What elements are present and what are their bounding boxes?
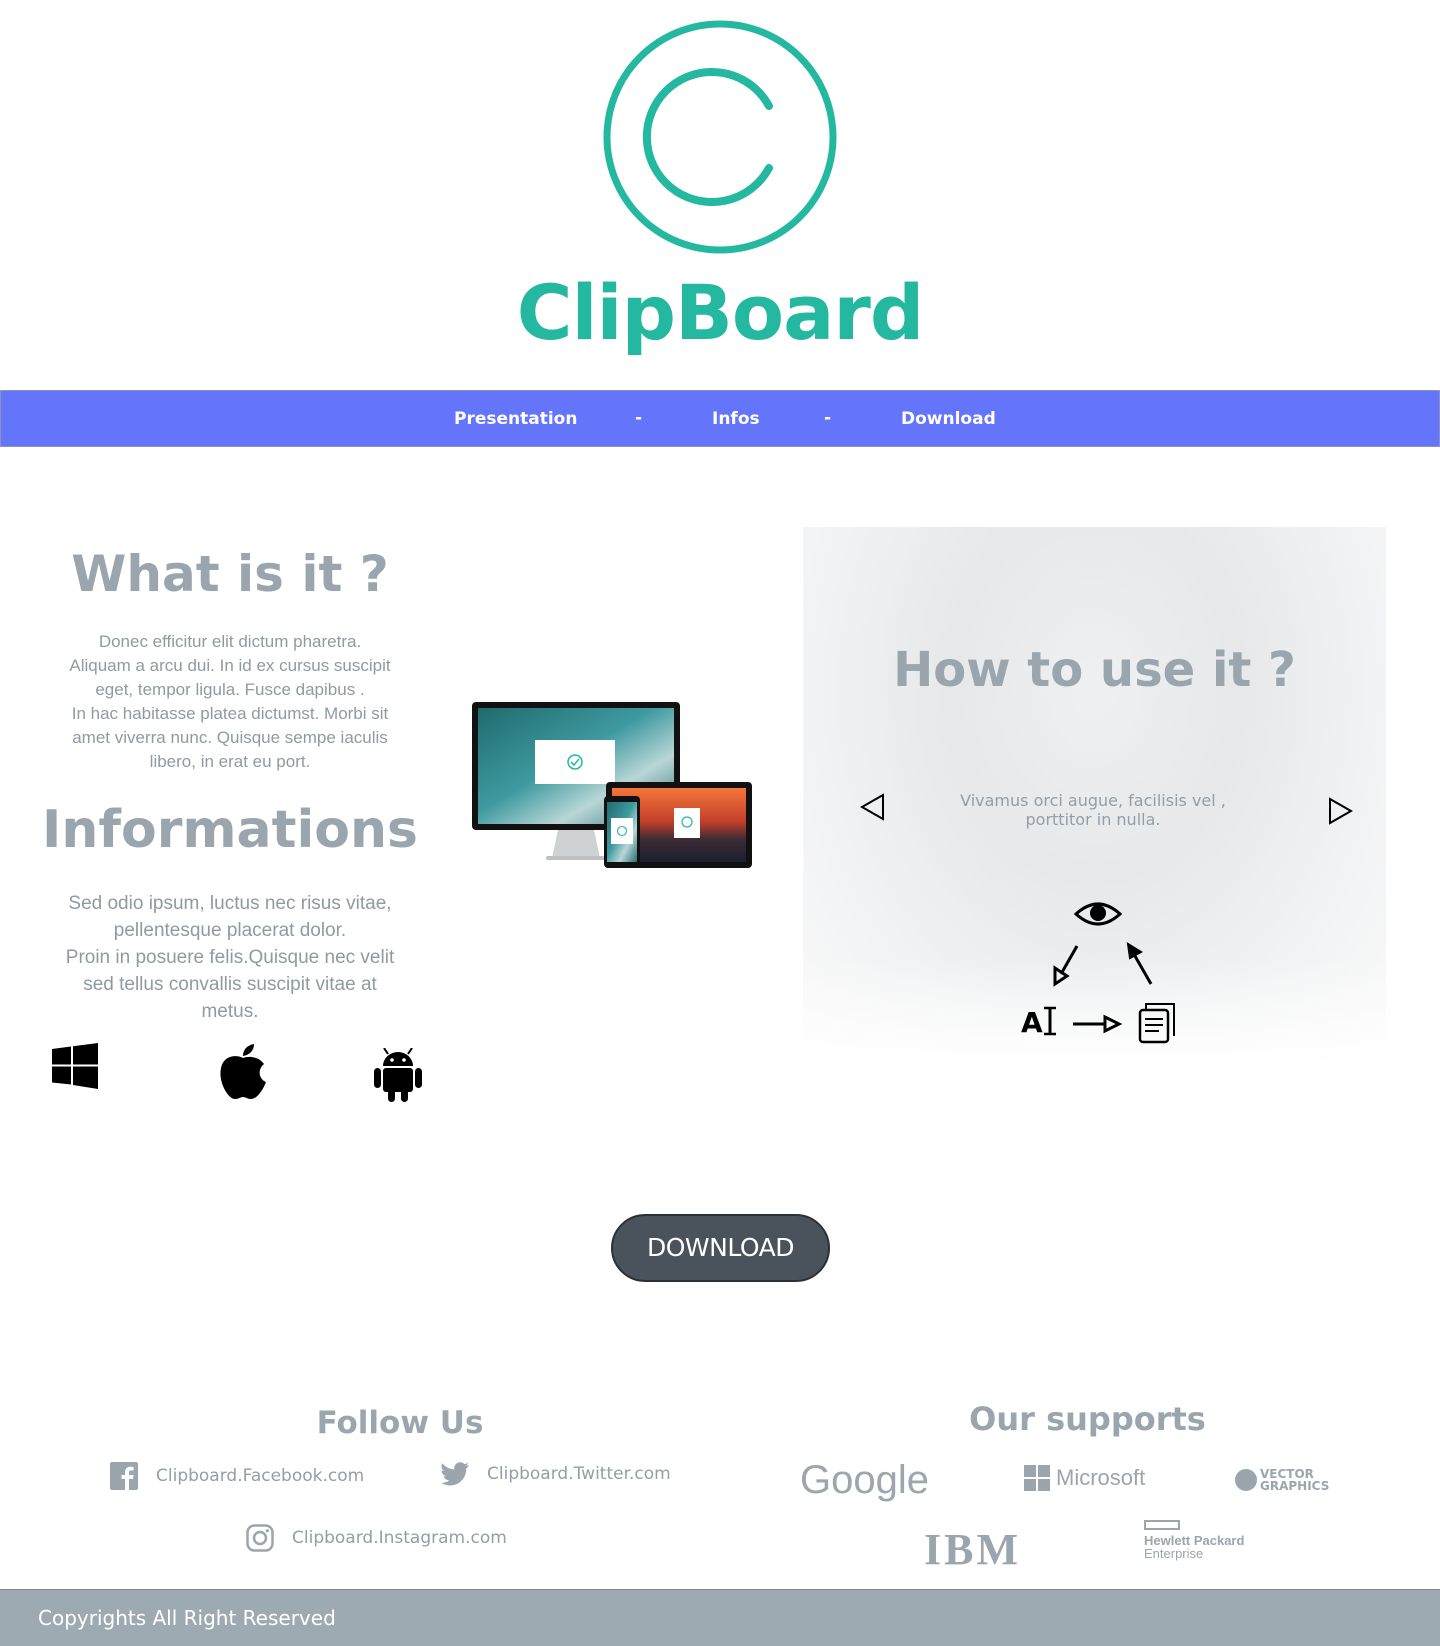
instagram-link-label: Clipboard.Instagram.com [292, 1528, 507, 1548]
informations-heading: Informations [41, 800, 418, 860]
informations-text: Sed odio ipsum, luctus nec risus vitae, … [45, 890, 415, 1025]
what-line: libero, in erat eu port. [149, 752, 311, 771]
arrow-up-left-icon [1126, 942, 1153, 985]
what-line: Donec efficitur elit dictum pharetra. [98, 632, 362, 651]
instagram-link[interactable]: Clipboard.Instagram.com [246, 1524, 507, 1552]
carousel-prev-arrow-icon[interactable] [860, 793, 886, 821]
twitter-link[interactable]: Clipboard.Twitter.com [441, 1462, 671, 1486]
vector-graphics-line2: GRAPHICS [1260, 1479, 1330, 1493]
facebook-link-label: Clipboard.Facebook.com [156, 1466, 365, 1486]
how-text-line: Vivamus orci augue, facilisis vel , [960, 791, 1226, 810]
what-is-it-heading: What is it ? [71, 545, 389, 603]
copyright-text: Copyrights All Right Reserved [38, 1606, 336, 1630]
how-text-line: porttitor in nulla. [1025, 810, 1161, 829]
partner-microsoft-logo: Microsoft [1024, 1465, 1145, 1491]
document-icon [1138, 1003, 1175, 1044]
how-it-works-flow: A [1021, 902, 1175, 1044]
text-recognition-icon: A [1021, 1006, 1056, 1039]
facebook-icon [110, 1462, 138, 1490]
how-to-use-panel: How to use it ? Vivamus orci augue, faci… [803, 527, 1386, 1067]
instagram-icon [246, 1524, 274, 1552]
how-to-use-text: Vivamus orci augue, facilisis vel , port… [953, 791, 1233, 829]
nav-separator: - [635, 408, 643, 428]
partner-hpe-logo: Hewlett Packard Enterprise [1144, 1520, 1244, 1560]
what-line: eget, tempor ligula. Fusce dapibus . [95, 680, 365, 699]
partner-google-logo: Google [800, 1458, 929, 1502]
info-line: metus. [201, 1001, 259, 1022]
nav-item-download[interactable]: Download [901, 391, 996, 448]
apple-icon [220, 1044, 266, 1099]
info-line: Sed odio ipsum, luctus nec risus vitae, [68, 893, 392, 914]
partner-vector-graphics-logo: VECTOR GRAPHICS [1234, 1468, 1329, 1492]
nav-separator: - [824, 408, 832, 428]
microsoft-icon [1024, 1465, 1050, 1491]
carousel-next-arrow-icon[interactable] [1327, 797, 1353, 825]
what-line: In hac habitasse platea dictumst. Morbi … [71, 704, 389, 723]
partner-ibm-logo: IBM [924, 1525, 1021, 1574]
page: ClipBoard Presentation - Infos - Downloa… [0, 0, 1440, 1646]
android-icon [374, 1048, 422, 1102]
windows-icon [52, 1043, 98, 1089]
vector-graphics-icon [1235, 1469, 1257, 1491]
nav-item-presentation[interactable]: Presentation [454, 391, 577, 448]
microsoft-label: Microsoft [1056, 1465, 1146, 1490]
footer-bar: Copyrights All Right Reserved [0, 1589, 1440, 1646]
twitter-icon [441, 1462, 469, 1486]
info-line: sed tellus convallis suscipit vitae at [83, 974, 377, 995]
main-nav: Presentation - Infos - Download [0, 390, 1440, 447]
arrow-down-left-icon [1053, 945, 1079, 987]
copyright-icon [603, 20, 837, 254]
our-supports-heading: Our supports [969, 1400, 1206, 1438]
what-line: Aliquam a arcu dui. In id ex cursus susc… [69, 656, 391, 675]
what-line: amet viverra nunc. Quisque sempe iaculis [72, 728, 388, 747]
info-line: pellentesque placerat dolor. [113, 920, 347, 941]
brand-name: ClipBoard [516, 268, 925, 357]
hpe-line2: Enterprise [1144, 1546, 1204, 1561]
facebook-link[interactable]: Clipboard.Facebook.com [110, 1462, 364, 1490]
svg-text:A: A [1021, 1006, 1043, 1039]
devices-mockup-image [472, 702, 752, 868]
how-to-use-heading: How to use it ? [893, 642, 1296, 698]
download-button[interactable]: DOWNLOAD [611, 1214, 830, 1282]
hpe-rectangle-icon [1144, 1520, 1180, 1530]
twitter-link-label: Clipboard.Twitter.com [487, 1464, 671, 1484]
info-line: Proin in posuere felis.Quisque nec velit [65, 947, 395, 968]
eye-icon [1073, 902, 1123, 926]
arrow-right-icon [1073, 1014, 1123, 1034]
what-is-it-text: Donec efficitur elit dictum pharetra. Al… [45, 630, 415, 774]
follow-us-heading: Follow Us [316, 1405, 484, 1441]
nav-item-infos[interactable]: Infos [712, 391, 760, 448]
